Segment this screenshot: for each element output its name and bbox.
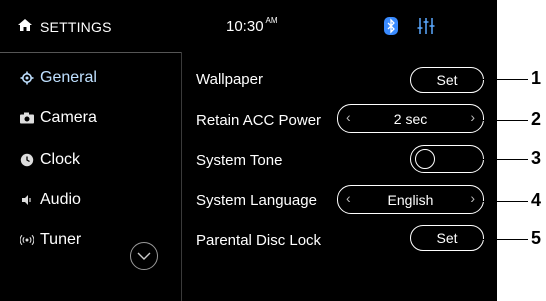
sidebar-item-audio[interactable]: Audio xyxy=(20,189,81,211)
sidebar-item-label: Clock xyxy=(40,151,81,168)
callout-number: 4 xyxy=(531,190,542,210)
callout-number: 5 xyxy=(531,228,542,248)
chevron-left-icon[interactable]: ‹ xyxy=(346,190,351,206)
callout-number: 2 xyxy=(531,109,542,129)
retain-acc-power-selector[interactable]: ‹ 2 sec › xyxy=(337,104,484,133)
wallpaper-set-button[interactable]: Set xyxy=(410,67,484,93)
system-tone-label: System Tone xyxy=(196,152,283,169)
sidebar-item-tuner[interactable]: Tuner xyxy=(20,229,81,251)
callout-line xyxy=(478,239,528,240)
camera-icon xyxy=(20,112,34,124)
radio-icon xyxy=(20,234,34,246)
chevron-right-icon[interactable]: › xyxy=(470,109,475,125)
sidebar-item-general[interactable]: General xyxy=(20,67,97,89)
sidebar-item-clock[interactable]: Clock xyxy=(20,149,80,171)
callout-line xyxy=(478,201,528,202)
sidebar-border xyxy=(181,52,182,301)
home-icon[interactable] xyxy=(18,19,32,31)
system-language-value: English xyxy=(387,191,434,208)
parental-disc-lock-set-button[interactable]: Set xyxy=(410,225,484,251)
sidebar-item-label: General xyxy=(40,69,97,86)
status-bar: SETTINGS 10:30 AM xyxy=(0,0,497,50)
callout-number: 3 xyxy=(531,148,542,168)
chevron-right-icon[interactable]: › xyxy=(470,190,475,206)
wallpaper-label: Wallpaper xyxy=(196,71,263,88)
parental-disc-lock-label: Parental Disc Lock xyxy=(196,232,322,249)
sidebar-item-label: Audio xyxy=(40,191,81,208)
system-language-label: System Language xyxy=(196,192,317,209)
bluetooth-icon xyxy=(384,17,398,35)
equalizer-icon[interactable] xyxy=(417,17,435,35)
scroll-down-button[interactable] xyxy=(130,242,158,270)
clock-display: 10:30 AM xyxy=(226,16,278,35)
chevron-left-icon[interactable]: ‹ xyxy=(346,109,351,125)
clock-ampm: AM xyxy=(265,16,278,25)
speaker-icon xyxy=(22,195,31,205)
sidebar-divider xyxy=(0,52,181,53)
retain-acc-power-value: 2 sec xyxy=(393,110,428,127)
retain-acc-power-label: Retain ACC Power xyxy=(196,112,322,129)
sidebar-item-label: Tuner xyxy=(40,231,82,248)
clock-time: 10:30 xyxy=(226,18,264,35)
sidebar-item-camera[interactable]: Camera xyxy=(20,107,97,129)
page-title: SETTINGS xyxy=(40,19,112,35)
clock-icon xyxy=(20,153,34,167)
sidebar-item-label: Camera xyxy=(40,109,97,126)
callout-line xyxy=(478,120,528,121)
system-language-selector[interactable]: ‹ English › xyxy=(337,185,484,214)
gear-icon xyxy=(20,71,34,85)
chevron-down-icon xyxy=(137,252,151,260)
system-tone-toggle[interactable] xyxy=(410,145,484,173)
callout-line xyxy=(478,159,528,160)
toggle-knob xyxy=(415,149,435,169)
callout-line xyxy=(478,79,528,80)
head-unit-screen: SETTINGS 10:30 AM General Camera Clock A… xyxy=(0,0,497,301)
callout-number: 1 xyxy=(531,68,542,88)
